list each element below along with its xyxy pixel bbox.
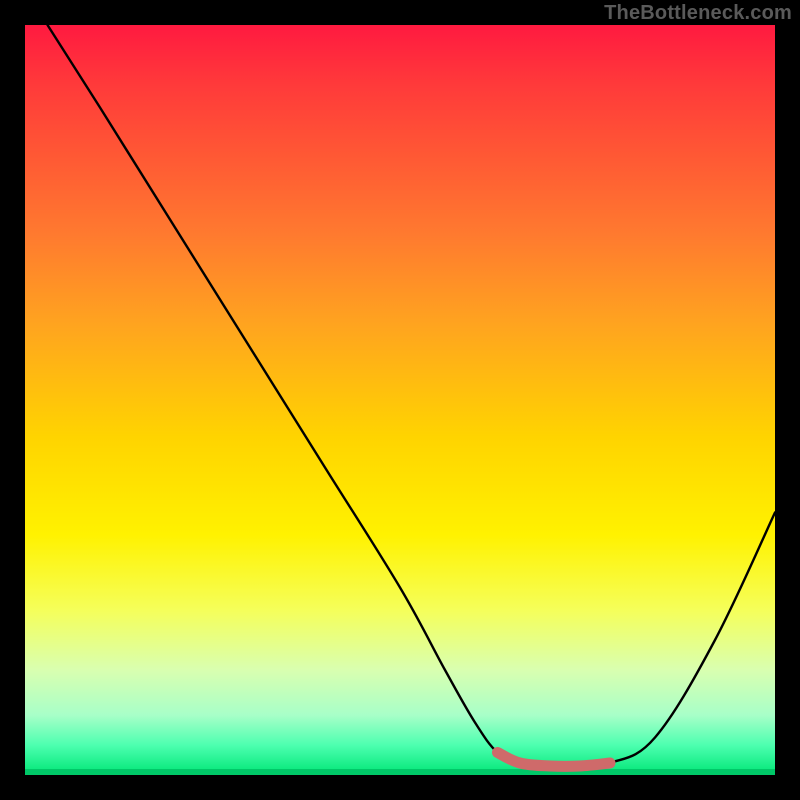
bottleneck-curve xyxy=(48,25,776,766)
watermark-text: TheBottleneck.com xyxy=(604,2,792,25)
chart-container: TheBottleneck.com xyxy=(0,0,800,800)
bottleneck-flat-highlight xyxy=(498,753,611,767)
chart-svg xyxy=(25,25,775,775)
plot-area xyxy=(25,25,775,775)
